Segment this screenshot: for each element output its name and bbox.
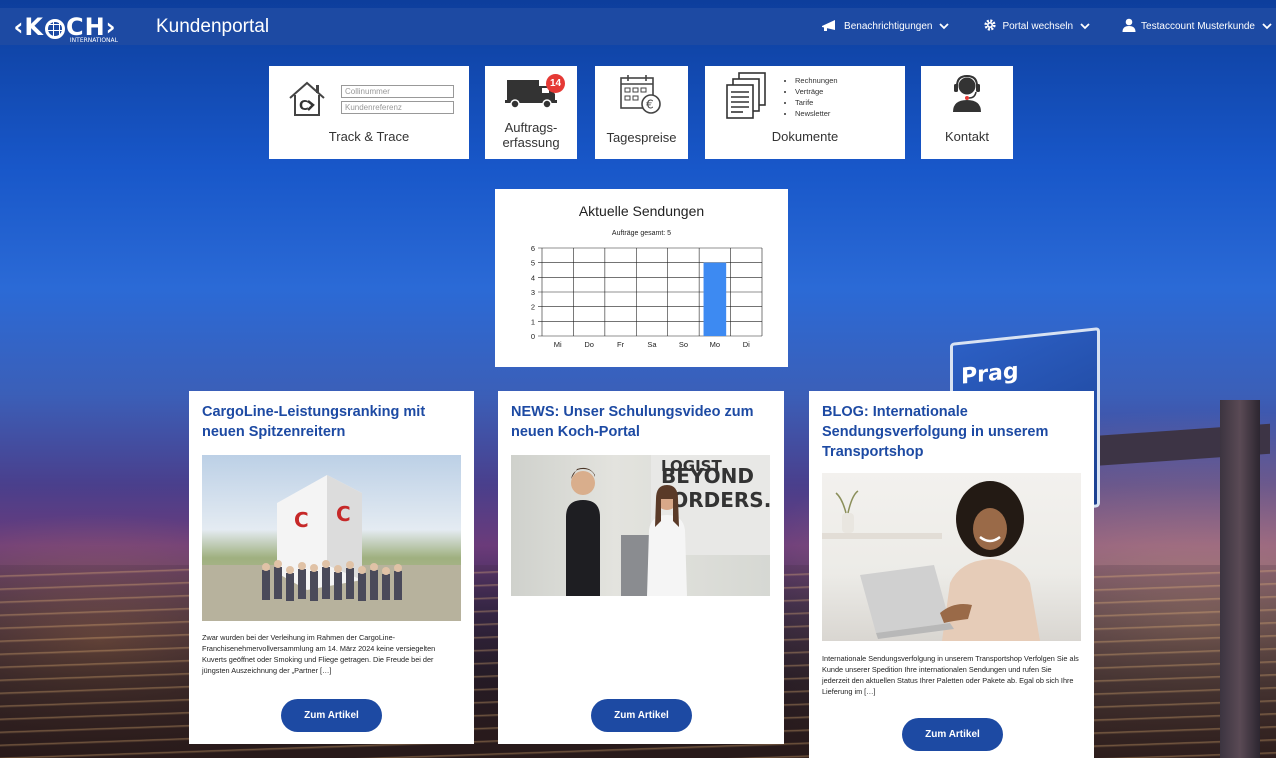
documents-list-item[interactable]: Tarife	[795, 97, 838, 108]
logo-subtitle: INTERNATIONAL	[69, 37, 118, 44]
news-card: BLOG: Internationale Sendungsverfolgung …	[809, 391, 1094, 758]
background-pillar	[1220, 400, 1260, 758]
gear-icon	[983, 18, 997, 35]
chart-y-tick-label: 1	[531, 317, 535, 326]
chart-x-tick-label: Do	[584, 340, 594, 349]
container-crowd-image: C C	[202, 475, 461, 621]
svg-text:C: C	[299, 99, 309, 114]
chart-x-tick-label: Di	[743, 340, 750, 349]
top-navigation-bar: ‹ K CH › INTERNATIONAL Kundenportal Benachr…	[0, 8, 1276, 45]
notifications-label: Benachrichtigungen	[844, 21, 933, 32]
read-article-button[interactable]: Zum Artikel	[281, 699, 382, 732]
shipments-chart-card: Aktuelle Sendungen Aufträge gesamt: 5 01…	[495, 189, 788, 367]
read-article-button[interactable]: Zum Artikel	[591, 699, 692, 732]
notifications-menu[interactable]: Benachrichtigungen	[821, 19, 950, 34]
user-label: Testaccount Musterkunde	[1141, 21, 1255, 32]
order-count-badge: 14	[546, 74, 565, 93]
auftragserfassung-tile[interactable]: 14 Auftrags- erfassung	[485, 66, 577, 159]
documents-list-item[interactable]: Rechnungen	[795, 75, 838, 86]
documents-list-item[interactable]: Verträge	[795, 86, 838, 97]
portal-switch-menu[interactable]: Portal wechseln	[983, 18, 1090, 35]
chart-y-tick-label: 6	[531, 244, 535, 253]
auftragserfassung-title: Auftrags- erfassung	[502, 120, 560, 150]
chart-bar	[703, 262, 727, 336]
news-card: CargoLine-Leistungsranking mit neuen Spi…	[189, 391, 474, 744]
news-card-image: LOGIST BEYOND BORDERS.	[511, 455, 770, 596]
photo-wall-text: BEYOND	[661, 464, 754, 488]
kontakt-tile[interactable]: Kontakt	[921, 66, 1013, 159]
news-card-title[interactable]: NEWS: Unser Schulungsvideo zum neuen Koc…	[511, 402, 772, 442]
dokumente-tile[interactable]: Rechnungen Verträge Tarife Newsletter Do…	[705, 66, 905, 159]
svg-text:C: C	[294, 508, 309, 532]
documents-icon	[726, 72, 766, 119]
kontakt-title: Kontakt	[944, 129, 990, 144]
megaphone-icon	[821, 19, 839, 34]
chart-x-tick-label: Mi	[554, 340, 562, 349]
chart-x-tick-label: Sa	[647, 340, 657, 349]
chart-y-tick-label: 2	[531, 303, 535, 312]
portal-title: Kundenportal	[156, 15, 270, 37]
chevron-down-icon	[1262, 21, 1272, 33]
road-sign-text: Prag	[961, 358, 1019, 390]
header-nav: Benachrichtigungen Portal wechseln Testa…	[787, 18, 1276, 35]
tagespreise-title: Tagespreise	[606, 130, 677, 145]
support-agent-icon	[953, 74, 981, 112]
news-card-title[interactable]: BLOG: Internationale Sendungsverfolgung …	[822, 402, 1082, 462]
kundenreferenz-input[interactable]	[341, 101, 454, 114]
track-trace-title: Track & Trace	[328, 129, 410, 144]
news-card-image	[822, 473, 1081, 641]
chevron-down-icon	[939, 21, 950, 33]
chart-y-tick-label: 5	[531, 259, 535, 268]
chart-x-tick-label: Fr	[617, 340, 625, 349]
svg-text:€: €	[646, 98, 654, 112]
chevron-down-icon	[1080, 21, 1090, 33]
woman-laptop-image	[822, 481, 1040, 641]
news-card-image: C C	[202, 455, 461, 621]
user-icon	[1122, 18, 1136, 35]
portal-switch-label: Portal wechseln	[1002, 21, 1074, 32]
read-article-button[interactable]: Zum Artikel	[902, 718, 1003, 751]
calendar-euro-icon: €	[620, 75, 661, 114]
two-people-image: LOGIST BEYOND BORDERS.	[566, 455, 770, 596]
documents-list-item[interactable]: Newsletter	[795, 108, 838, 119]
dokumente-title: Dokumente	[771, 129, 839, 144]
globe-icon	[44, 18, 65, 39]
chart-x-tick-label: So	[679, 340, 688, 349]
chart-y-tick-label: 4	[531, 273, 535, 282]
shipments-bar-chart: 0 1 2 3 4 5 6 Mi Do Fr Sa So Mo Di	[531, 244, 763, 349]
track-trace-tile[interactable]: C Track & Trace	[269, 66, 469, 159]
collinummer-input[interactable]	[341, 85, 454, 98]
svg-text:C: C	[336, 502, 351, 526]
koch-logo[interactable]: ‹ K CH › INTERNATIONAL	[0, 8, 130, 45]
chart-x-tick-label: Mo	[710, 340, 720, 349]
documents-list: Rechnungen Verträge Tarife Newsletter	[783, 75, 838, 119]
house-icon: C	[289, 81, 325, 116]
tagespreise-tile[interactable]: € Tagespreise	[595, 66, 688, 159]
chart-y-tick-label: 3	[531, 288, 535, 297]
chart-y-tick-label: 0	[531, 332, 535, 341]
news-card-text: Zwar wurden bei der Verleihung im Rahmen…	[202, 633, 436, 675]
news-card: NEWS: Unser Schulungsvideo zum neuen Koc…	[498, 391, 784, 744]
news-card-text: Internationale Sendungsverfolgung in uns…	[822, 654, 1079, 696]
user-menu[interactable]: Testaccount Musterkunde	[1122, 18, 1272, 35]
news-card-title[interactable]: CargoLine-Leistungsranking mit neuen Spi…	[202, 402, 462, 442]
